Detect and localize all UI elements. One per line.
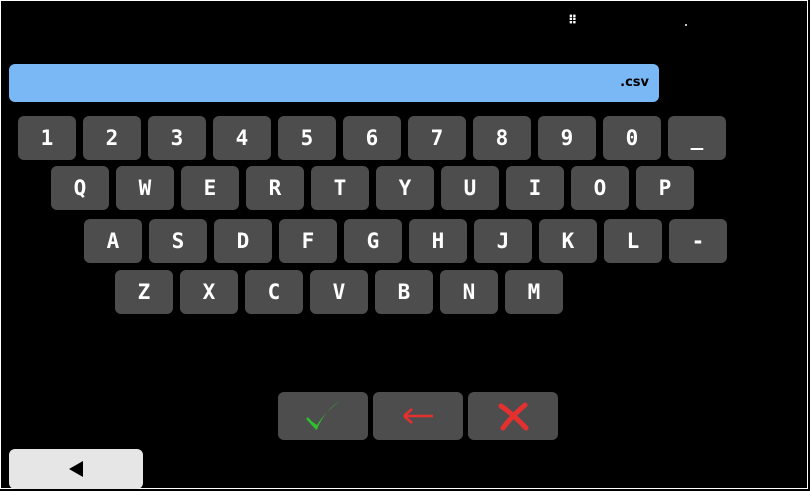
key-v[interactable]: V bbox=[310, 270, 368, 314]
key-i[interactable]: I bbox=[506, 166, 564, 210]
key-1[interactable]: 1 bbox=[18, 116, 76, 160]
menu-grip-icon[interactable]: ⠿ bbox=[568, 14, 578, 31]
key-c[interactable]: C bbox=[245, 270, 303, 314]
triangle-left-icon bbox=[69, 461, 83, 477]
key-h[interactable]: H bbox=[409, 219, 467, 263]
key-k[interactable]: K bbox=[539, 219, 597, 263]
key-w[interactable]: W bbox=[116, 166, 174, 210]
cancel-button[interactable] bbox=[468, 392, 558, 440]
key-hyphen[interactable]: - bbox=[669, 219, 727, 263]
filename-value: .csv bbox=[620, 75, 649, 90]
key-x[interactable]: X bbox=[180, 270, 238, 314]
key-b[interactable]: B bbox=[375, 270, 433, 314]
key-u[interactable]: U bbox=[441, 166, 499, 210]
key-q[interactable]: Q bbox=[51, 166, 109, 210]
key-e[interactable]: E bbox=[181, 166, 239, 210]
key-3[interactable]: 3 bbox=[148, 116, 206, 160]
key-8[interactable]: 8 bbox=[473, 116, 531, 160]
key-m[interactable]: M bbox=[505, 270, 563, 314]
key-a[interactable]: A bbox=[84, 219, 142, 263]
key-y[interactable]: Y bbox=[376, 166, 434, 210]
status-dot bbox=[685, 24, 687, 26]
back-button[interactable] bbox=[9, 449, 143, 489]
key-j[interactable]: J bbox=[474, 219, 532, 263]
key-7[interactable]: 7 bbox=[408, 116, 466, 160]
key-5[interactable]: 5 bbox=[278, 116, 336, 160]
key-f[interactable]: F bbox=[279, 219, 337, 263]
key-p[interactable]: P bbox=[636, 166, 694, 210]
key-9[interactable]: 9 bbox=[538, 116, 596, 160]
filename-input[interactable]: .csv bbox=[9, 64, 659, 102]
key-2[interactable]: 2 bbox=[83, 116, 141, 160]
check-icon bbox=[306, 401, 340, 430]
key-z[interactable]: Z bbox=[115, 270, 173, 314]
close-icon bbox=[498, 402, 529, 431]
key-t[interactable]: T bbox=[311, 166, 369, 210]
key-0[interactable]: 0 bbox=[603, 116, 661, 160]
key-s[interactable]: S bbox=[149, 219, 207, 263]
key-o[interactable]: O bbox=[571, 166, 629, 210]
arrow-left-icon bbox=[403, 408, 433, 424]
key-underscore[interactable]: _ bbox=[668, 116, 726, 160]
key-4[interactable]: 4 bbox=[213, 116, 271, 160]
key-d[interactable]: D bbox=[214, 219, 272, 263]
screen-frame: ⠿ .csv 1 2 3 4 5 6 7 8 9 0 _ Q W E R T Y… bbox=[0, 0, 808, 489]
key-n[interactable]: N bbox=[440, 270, 498, 314]
key-r[interactable]: R bbox=[246, 166, 304, 210]
key-l[interactable]: L bbox=[604, 219, 662, 263]
key-6[interactable]: 6 bbox=[343, 116, 401, 160]
confirm-button[interactable] bbox=[278, 392, 368, 440]
backspace-button[interactable] bbox=[373, 392, 463, 440]
key-g[interactable]: G bbox=[344, 219, 402, 263]
